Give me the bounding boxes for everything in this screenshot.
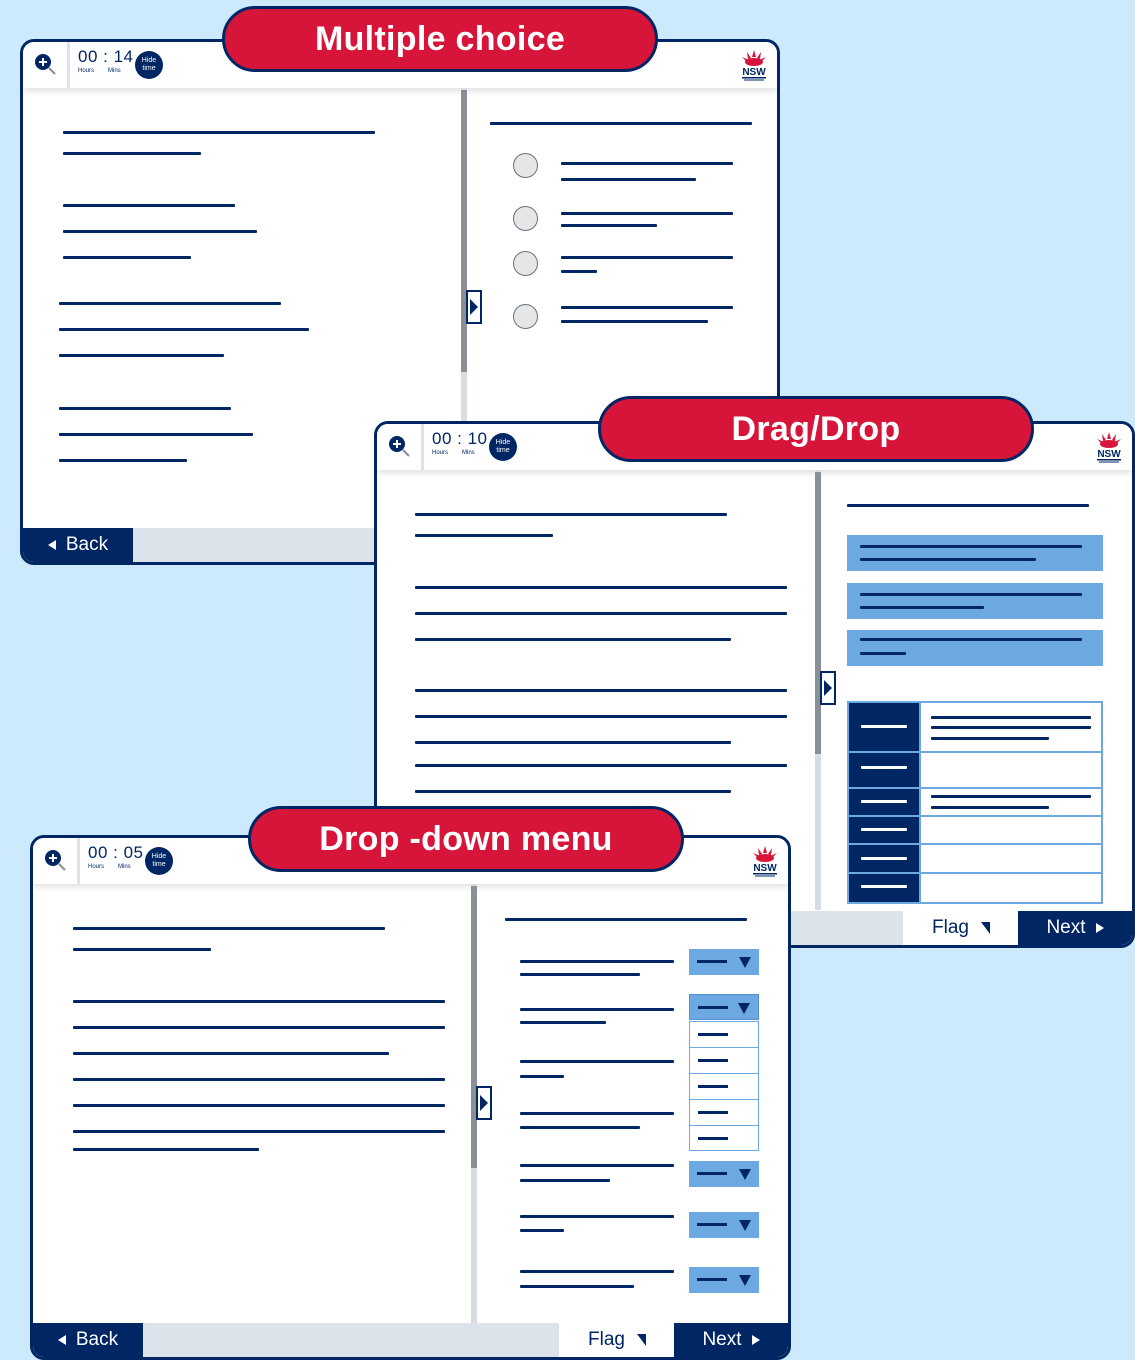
dropdown-select[interactable] [689, 949, 759, 975]
pane-scrollbar-thumb[interactable] [461, 90, 467, 372]
timer-value: 00 : 14 [78, 47, 134, 66]
timer-value: 00 : 05 [88, 843, 144, 862]
flag-icon [636, 1334, 646, 1346]
chevron-down-icon [739, 1169, 751, 1180]
flag-label: Flag [932, 917, 969, 938]
instruction-line [847, 504, 1089, 507]
header-divider [77, 838, 80, 884]
hide-time-button[interactable]: Hide time [489, 433, 517, 461]
next-label: Next [702, 1329, 742, 1350]
drag-item[interactable] [847, 535, 1103, 571]
header-divider [67, 42, 70, 88]
dropdown-window: 00 : 05 Hours Mins Hide time NSW Back Fl… [30, 835, 791, 1360]
back-button[interactable]: Back [23, 528, 133, 562]
dropdown-option[interactable] [690, 1126, 758, 1152]
zoom-in-icon[interactable] [33, 52, 57, 76]
dropdown-option[interactable] [690, 1100, 758, 1126]
back-arrow-icon [47, 540, 56, 550]
flag-button[interactable]: Flag [559, 1323, 675, 1357]
dropdown-select[interactable] [689, 1161, 759, 1187]
instruction-line [505, 918, 747, 921]
dropdown-select-open[interactable] [689, 994, 759, 1020]
nsw-logo-text: NSW [742, 67, 766, 78]
next-button[interactable]: Next [674, 1323, 788, 1357]
drag-item[interactable] [847, 630, 1103, 666]
timer: 00 : 05 Hours Mins [88, 843, 145, 870]
expand-pane-button[interactable] [820, 671, 836, 705]
hide-time-button[interactable]: Hide time [145, 847, 173, 875]
dropdown-select[interactable] [689, 1212, 759, 1238]
mins-label: Mins [108, 68, 121, 74]
drag-drop-title-text: Drag/Drop [731, 409, 901, 448]
mins-label: Mins [118, 864, 131, 870]
nsw-logo-icon: NSW [1097, 432, 1121, 463]
flag-icon [980, 922, 990, 934]
nsw-logo-icon: NSW [742, 50, 766, 81]
radio-option-2[interactable] [513, 206, 538, 231]
expand-pane-button[interactable] [476, 1086, 492, 1120]
flag-label: Flag [588, 1329, 625, 1350]
pane-scrollbar-thumb[interactable] [815, 472, 821, 754]
hours-label: Hours [432, 450, 449, 456]
next-button[interactable]: Next [1018, 911, 1132, 945]
next-label: Next [1046, 917, 1086, 938]
radio-option-3[interactable] [513, 251, 538, 276]
dropdown-select[interactable] [689, 1267, 759, 1293]
dropdown-options-list [689, 1021, 759, 1151]
dropdown-option[interactable] [690, 1074, 758, 1100]
mins-label: Mins [462, 450, 475, 456]
pane-scrollbar-thumb[interactable] [471, 886, 477, 1168]
chevron-down-icon [739, 1220, 751, 1231]
hide-time-label-1: Hide [151, 853, 167, 860]
zoom-in-icon[interactable] [43, 848, 67, 872]
header-divider [421, 424, 424, 470]
hide-time-label-1: Hide [141, 57, 157, 64]
dropdown-title-text: Drop -down menu [319, 819, 613, 858]
hide-time-label-2: time [152, 861, 166, 868]
chevron-down-icon [738, 1003, 750, 1014]
dropdown-title: Drop -down menu [248, 806, 684, 872]
flag-button[interactable]: Flag [903, 911, 1019, 945]
drop-zone-table[interactable] [847, 701, 1103, 904]
drag-drop-title: Drag/Drop [598, 396, 1034, 462]
multiple-choice-title: Multiple choice [222, 6, 658, 72]
nsw-logo-icon: NSW [753, 846, 777, 877]
chevron-right-icon [824, 680, 832, 696]
timer-value: 00 : 10 [432, 429, 488, 448]
multiple-choice-title-text: Multiple choice [314, 19, 566, 58]
hide-time-label-2: time [142, 65, 156, 72]
dropdown-option[interactable] [690, 1022, 758, 1048]
back-label: Back [65, 534, 109, 555]
zoom-in-icon[interactable] [387, 434, 411, 458]
back-arrow-icon [57, 1335, 66, 1345]
hours-label: Hours [78, 68, 95, 74]
expand-pane-button[interactable] [466, 290, 482, 324]
chevron-down-icon [739, 957, 751, 968]
back-label: Back [75, 1329, 119, 1350]
back-button[interactable]: Back [33, 1323, 143, 1357]
chevron-right-icon [470, 299, 478, 315]
hide-time-label-1: Hide [495, 439, 511, 446]
chevron-down-icon [739, 1275, 751, 1286]
drag-item[interactable] [847, 583, 1103, 619]
nsw-logo-text: NSW [1097, 449, 1121, 460]
next-arrow-icon [751, 1335, 760, 1345]
nsw-logo-text: NSW [753, 863, 777, 874]
radio-option-4[interactable] [513, 304, 538, 329]
radio-option-1[interactable] [513, 153, 538, 178]
chevron-right-icon [480, 1095, 488, 1111]
hide-time-button[interactable]: Hide time [135, 51, 163, 79]
timer: 00 : 14 Hours Mins [78, 47, 135, 74]
hours-label: Hours [88, 864, 105, 870]
dropdown-option[interactable] [690, 1048, 758, 1074]
next-arrow-icon [1095, 923, 1104, 933]
timer: 00 : 10 Hours Mins [432, 429, 489, 456]
hide-time-label-2: time [496, 447, 510, 454]
infographic-canvas: { "colors": {"navy":"#002664","red":"#d7… [0, 0, 1135, 1360]
